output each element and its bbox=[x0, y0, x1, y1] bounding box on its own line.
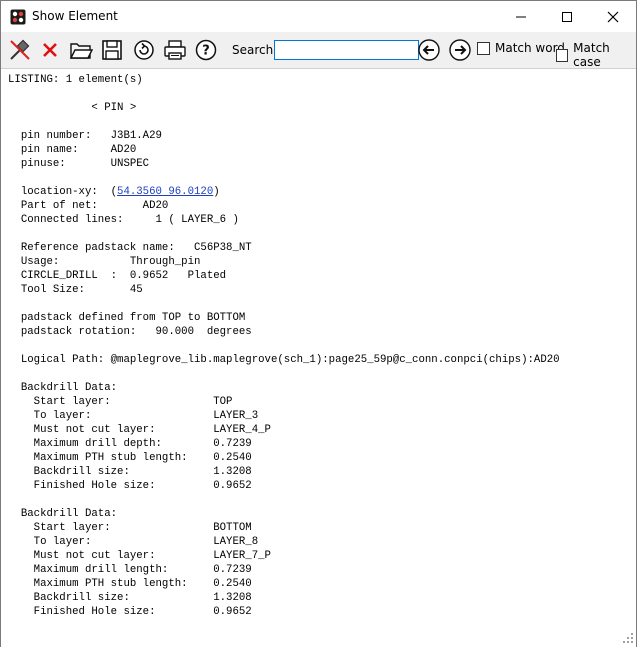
search-input[interactable] bbox=[274, 40, 419, 60]
next-arrow-icon[interactable] bbox=[449, 39, 471, 61]
backdrill-line: Backdrill Data: bbox=[8, 508, 118, 520]
match-case-box[interactable] bbox=[556, 48, 569, 62]
delete-button[interactable] bbox=[37, 37, 63, 63]
refresh-button[interactable] bbox=[131, 37, 157, 63]
match-word-box[interactable] bbox=[477, 41, 490, 55]
window-title: Show Element bbox=[32, 9, 118, 23]
minimize-icon bbox=[516, 16, 526, 17]
backdrill-line: Maximum PTH stub length: 0.2540 bbox=[8, 452, 252, 464]
part-of-net: Part of net: AD20 bbox=[8, 200, 169, 212]
backdrill-line: Must not cut layer: LAYER_7_P bbox=[8, 550, 271, 562]
pin-name: pin name: AD20 bbox=[8, 144, 137, 156]
close-x-icon bbox=[43, 43, 57, 57]
circle-drill: CIRCLE_DRILL : 0.9652 Plated bbox=[8, 270, 227, 282]
save-button[interactable] bbox=[99, 37, 125, 63]
backdrill-line: Start layer: TOP bbox=[8, 396, 233, 408]
location-link[interactable]: 54.3560 96.0120 bbox=[117, 186, 213, 198]
help-icon: ? bbox=[195, 39, 217, 61]
svg-text:?: ? bbox=[202, 44, 210, 59]
print-button[interactable] bbox=[162, 37, 188, 63]
backdrill-line: Maximum PTH stub length: 0.2540 bbox=[8, 578, 252, 590]
backdrill-line: Start layer: BOTTOM bbox=[8, 522, 252, 534]
pin-section-title: < PIN > bbox=[8, 102, 137, 114]
save-disk-icon bbox=[102, 40, 122, 60]
backdrill-line: Backdrill size: 1.3208 bbox=[8, 466, 252, 478]
backdrill-line: Backdrill size: 1.3208 bbox=[8, 592, 252, 604]
close-button[interactable] bbox=[590, 1, 636, 32]
print-icon bbox=[164, 40, 186, 60]
show-element-window: Show Element ? Search: Match word Match … bbox=[0, 0, 637, 647]
backdrill-line: Maximum drill length: 0.7239 bbox=[8, 564, 252, 576]
usage: Usage: Through_pin bbox=[8, 256, 201, 268]
reference-padstack: Reference padstack name: C56P38_NT bbox=[8, 242, 252, 254]
listing-header: LISTING: 1 element(s) bbox=[8, 74, 143, 86]
padstack-defined: padstack defined from TOP to BOTTOM bbox=[8, 312, 246, 324]
tool-size: Tool Size: 45 bbox=[8, 284, 143, 296]
backdrill-line: Backdrill Data: bbox=[8, 382, 118, 394]
backdrill-line: Finished Hole size: 0.9652 bbox=[8, 480, 252, 492]
connected-lines: Connected lines: 1 ( LAYER_6 ) bbox=[8, 214, 239, 226]
title-bar[interactable]: Show Element bbox=[1, 1, 636, 32]
match-word-checkbox[interactable]: Match word bbox=[477, 41, 565, 55]
close-icon bbox=[607, 11, 619, 22]
backdrill-line: To layer: LAYER_3 bbox=[8, 410, 259, 422]
pin-icon bbox=[10, 39, 30, 60]
listing-panel: LISTING: 1 element(s) < PIN > pin number… bbox=[1, 68, 636, 647]
search-label: Search: bbox=[232, 43, 278, 57]
open-folder-icon bbox=[69, 43, 93, 59]
open-button[interactable] bbox=[68, 37, 94, 63]
backdrill-line: Finished Hole size: 0.9652 bbox=[8, 606, 252, 618]
location-suffix: ) bbox=[213, 186, 220, 198]
logical-path: Logical Path: @maplegrove_lib.maplegrove… bbox=[8, 354, 560, 366]
pin-button[interactable] bbox=[7, 37, 33, 63]
backdrill-line: Maximum drill depth: 0.7239 bbox=[8, 438, 252, 450]
refresh-icon bbox=[134, 40, 154, 60]
maximize-button[interactable] bbox=[544, 1, 590, 32]
match-case-checkbox[interactable]: Match case bbox=[556, 41, 636, 69]
pin-number: pin number: J3B1.A29 bbox=[8, 130, 162, 142]
pinuse: pinuse: UNSPEC bbox=[8, 158, 150, 170]
backdrill-line: To layer: LAYER_8 bbox=[8, 536, 259, 548]
match-case-label: Match case bbox=[573, 41, 610, 69]
listing-text: LISTING: 1 element(s) < PIN > pin number… bbox=[8, 73, 560, 619]
prev-arrow-icon[interactable] bbox=[418, 39, 440, 61]
padstack-rotation: padstack rotation: 90.000 degrees bbox=[8, 326, 252, 338]
location-prefix: location-xy: ( bbox=[8, 186, 118, 198]
match-word-label: Match word bbox=[495, 41, 565, 55]
maximize-icon bbox=[562, 11, 572, 22]
resize-grip-icon[interactable] bbox=[622, 632, 634, 644]
app-icon bbox=[10, 9, 26, 25]
backdrill-line: Must not cut layer: LAYER_4_P bbox=[8, 424, 271, 436]
minimize-button[interactable] bbox=[498, 1, 544, 32]
help-button[interactable]: ? bbox=[193, 37, 219, 63]
